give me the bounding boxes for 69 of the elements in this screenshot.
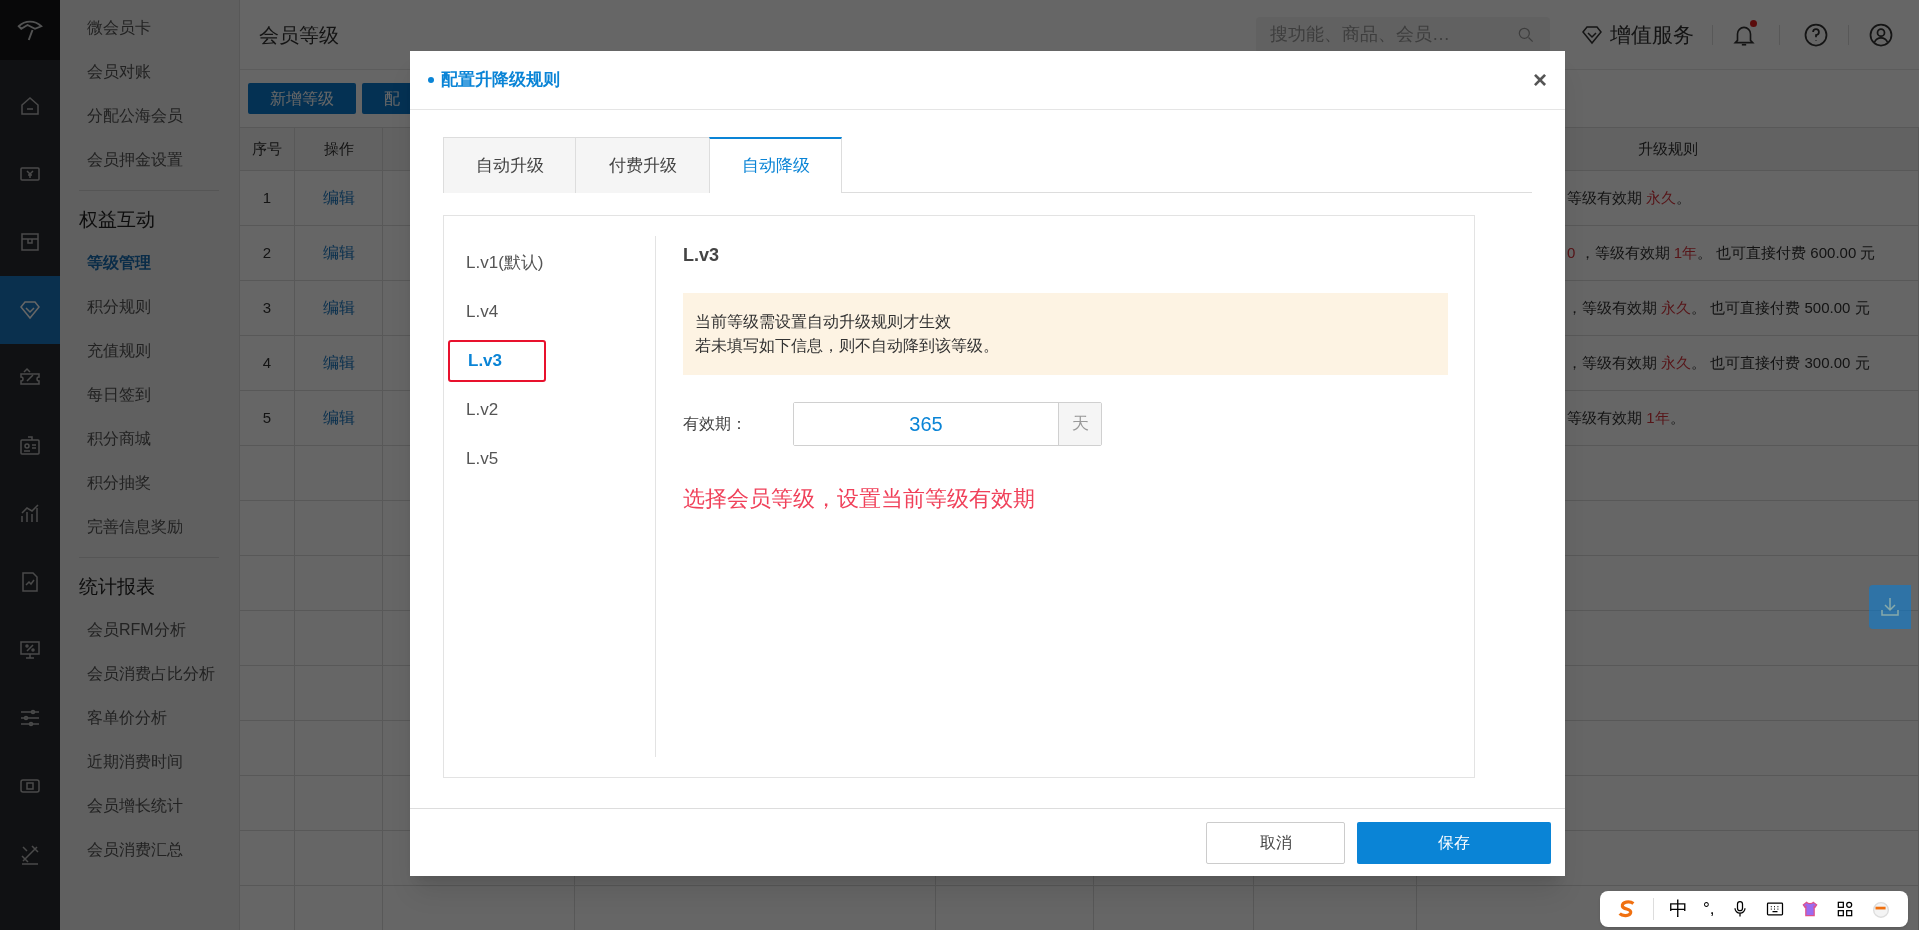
level-item[interactable]: L.v2 bbox=[448, 385, 546, 434]
table-cell-text: ，等级有效期 永久。 也可直接付费 500.00 元 bbox=[1567, 297, 1870, 318]
submenu-item[interactable]: 等级管理 bbox=[79, 241, 227, 285]
notification-button[interactable] bbox=[1731, 21, 1757, 48]
submenu-item[interactable]: 会员增长统计 bbox=[79, 784, 227, 828]
save-button[interactable]: 保存 bbox=[1357, 821, 1551, 864]
submenu-item[interactable]: 会员RFM分析 bbox=[79, 608, 227, 652]
tab[interactable]: 付费升级 bbox=[575, 137, 709, 193]
box-icon bbox=[18, 230, 42, 254]
dialog-title: 配置升降级规则 bbox=[441, 69, 560, 92]
table-cell-text: 等级有效期 1年。 bbox=[1567, 407, 1685, 428]
field-label: 有效期： bbox=[683, 414, 748, 434]
close-button[interactable]: × bbox=[1533, 68, 1547, 92]
annotation-text: 选择会员等级，设置当前等级有效期 bbox=[683, 485, 1036, 513]
page-title: 会员等级 bbox=[259, 22, 339, 48]
submenu-item[interactable]: 近期消费时间 bbox=[79, 740, 227, 784]
level-title: L.v3 bbox=[683, 244, 721, 267]
edit-link[interactable]: 编辑 bbox=[322, 241, 355, 265]
submenu-item[interactable]: 每日签到 bbox=[79, 373, 227, 417]
submenu-section-title: 权益互动 bbox=[79, 207, 156, 232]
column-header: 操作 bbox=[323, 138, 354, 159]
notice-text: 当前等级需设置自动升级规则才生效 bbox=[695, 312, 952, 332]
home-icon bbox=[18, 94, 42, 118]
table-cell-text: 等级有效期 永久。 bbox=[1567, 187, 1692, 208]
submenu-item[interactable]: 积分抽奖 bbox=[79, 461, 227, 505]
cancel-button[interactable]: 取消 bbox=[1206, 821, 1345, 864]
download-button[interactable] bbox=[1869, 585, 1911, 629]
level-item[interactable]: L.v5 bbox=[448, 434, 546, 483]
edit-link[interactable]: 编辑 bbox=[322, 351, 355, 375]
submenu-item[interactable]: 完善信息奖励 bbox=[79, 505, 227, 549]
table-cell-text: 3 bbox=[262, 297, 272, 318]
tab[interactable]: 自动降级 bbox=[709, 137, 842, 193]
submenu-item[interactable]: 会员消费占比分析 bbox=[79, 652, 227, 696]
service-link[interactable]: 增值服务 bbox=[1610, 18, 1694, 51]
edit-link[interactable]: 编辑 bbox=[322, 186, 355, 210]
table-cell-text: 5 bbox=[262, 407, 272, 428]
submenu-item[interactable]: 会员对账 bbox=[79, 50, 227, 94]
level-item[interactable]: L.v3 bbox=[448, 339, 546, 382]
toolbar-button[interactable]: 新增等级 bbox=[248, 83, 356, 114]
table-cell-text: ，等级有效期 永久。 也可直接付费 300.00 元 bbox=[1567, 352, 1870, 373]
id-card-icon bbox=[18, 434, 42, 458]
submenu-item[interactable]: 充值规则 bbox=[79, 329, 227, 373]
input-mode-toggle[interactable]: 中 bbox=[1668, 894, 1688, 924]
submenu-section-title: 统计报表 bbox=[79, 574, 156, 599]
punctuation-toggle[interactable]: °, bbox=[1703, 896, 1715, 922]
tab[interactable]: 自动升级 bbox=[443, 137, 575, 193]
edit-link[interactable]: 编辑 bbox=[322, 296, 355, 320]
table-cell-text: 0 ，等级有效期 1年。 也可直接付费 600.00 元 bbox=[1567, 242, 1876, 263]
column-header: 升级规则 bbox=[1637, 138, 1698, 159]
table-cell-text: 1 bbox=[262, 187, 272, 208]
table-cell-text: 2 bbox=[262, 242, 272, 263]
level-item[interactable]: L.v4 bbox=[448, 287, 546, 336]
download-icon bbox=[1878, 595, 1902, 619]
notice-text: 若未填写如下信息，则不自动降到该等级。 bbox=[695, 336, 1000, 356]
table-cell-text: 4 bbox=[262, 352, 272, 373]
submenu-item[interactable]: 会员消费汇总 bbox=[79, 828, 227, 872]
submenu-item[interactable]: 微会员卡 bbox=[79, 6, 227, 50]
submenu-item[interactable]: 积分规则 bbox=[79, 285, 227, 329]
validity-field[interactable]: 365 天 bbox=[793, 402, 1102, 446]
submenu-item[interactable]: 积分商城 bbox=[79, 417, 227, 461]
monitor-icon bbox=[18, 638, 42, 662]
submenu-item[interactable]: 分配公海会员 bbox=[79, 94, 227, 138]
unit-label: 天 bbox=[1058, 403, 1101, 445]
diamond-icon bbox=[18, 298, 42, 322]
edit-link[interactable]: 编辑 bbox=[322, 406, 355, 430]
submenu-item[interactable]: 客单价分析 bbox=[79, 696, 227, 740]
level-item[interactable]: L.v1(默认) bbox=[448, 238, 546, 287]
column-header: 序号 bbox=[252, 138, 282, 159]
submenu-item[interactable]: 会员押金设置 bbox=[79, 138, 227, 182]
